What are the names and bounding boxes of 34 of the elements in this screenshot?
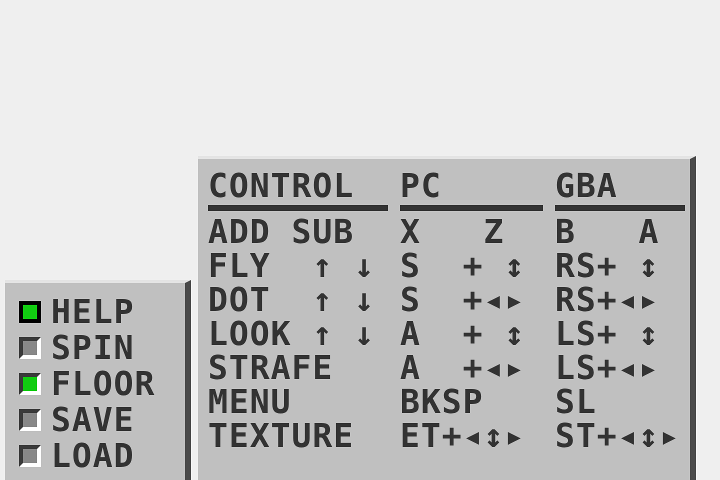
table-cell-text: S +◂▸ bbox=[400, 283, 526, 317]
column-header: PC bbox=[400, 169, 543, 211]
table-cell-text: X Z bbox=[400, 215, 506, 249]
checkbox[interactable] bbox=[19, 409, 41, 431]
checkbox[interactable] bbox=[19, 445, 41, 467]
table-cell-text: LS+ ↕ bbox=[555, 317, 660, 351]
table-cell-text: ADD SUB bbox=[208, 215, 356, 249]
table-cell-text: BKSP bbox=[400, 385, 484, 419]
table-cell-text: RS+ ↕ bbox=[555, 249, 660, 283]
table-cell-text: SL bbox=[555, 385, 598, 419]
table-cell-text: DOT ↑ ↓ bbox=[208, 283, 376, 317]
checkbox[interactable] bbox=[19, 337, 41, 359]
column-header: CONTROL bbox=[208, 169, 388, 211]
table-cell-text: MENU bbox=[208, 385, 292, 419]
option-label: LOAD bbox=[51, 439, 134, 473]
option-label: SPIN bbox=[51, 331, 134, 365]
table-cell-text: STRAFE bbox=[208, 351, 334, 385]
table-cell-text: ST+◂↕▸ bbox=[555, 419, 682, 453]
checkbox[interactable] bbox=[19, 301, 41, 323]
option-label: FLOOR bbox=[51, 367, 156, 401]
table-cell-text: LOOK ↑ ↓ bbox=[208, 317, 376, 351]
option-label: SAVE bbox=[51, 403, 134, 437]
table-cell-text: RS+◂▸ bbox=[555, 283, 660, 317]
table-cell-text: TEXTURE bbox=[208, 419, 356, 453]
column-header: GBA bbox=[555, 169, 685, 211]
table-cell-text: S + ↕ bbox=[400, 249, 526, 283]
table-cell-text: FLY ↑ ↓ bbox=[208, 249, 376, 283]
table-cell-text: ET+◂↕▸ bbox=[400, 419, 526, 453]
checkbox[interactable] bbox=[19, 373, 41, 395]
table-cell-text: LS+◂▸ bbox=[555, 351, 660, 385]
table-cell-text: A + ↕ bbox=[400, 317, 526, 351]
table-cell-text: A +◂▸ bbox=[400, 351, 526, 385]
option-label: HELP bbox=[51, 295, 134, 329]
table-cell-text: B A bbox=[555, 215, 660, 249]
